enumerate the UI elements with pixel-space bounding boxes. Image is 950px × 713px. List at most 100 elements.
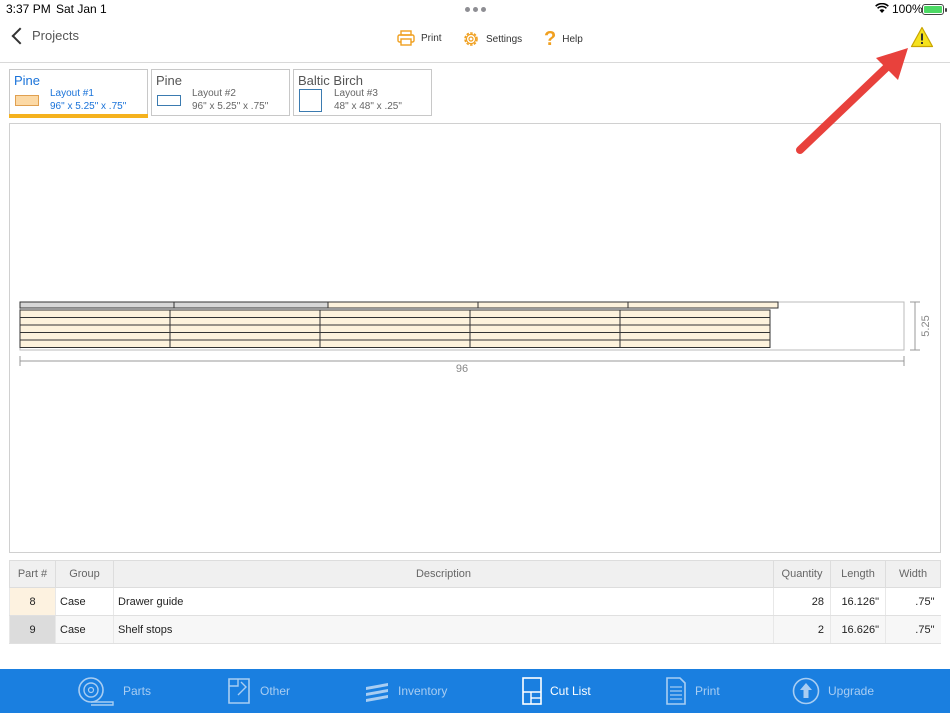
cell-length: 16.126" <box>830 587 886 616</box>
part-shelf-stop[interactable] <box>173 301 329 309</box>
layout-name: Layout #2 <box>192 88 236 99</box>
layout-wood: Pine <box>14 73 41 88</box>
cell-description: Shelf stops <box>113 615 774 644</box>
warning-icon[interactable] <box>910 26 934 48</box>
part-drawer-guide[interactable] <box>469 317 621 326</box>
table-row[interactable]: 8 Case Drawer guide 28 16.126" .75" <box>9 587 941 616</box>
part-drawer-guide[interactable] <box>319 317 471 326</box>
part-drawer-guide[interactable] <box>619 324 771 333</box>
part-drawer-guide[interactable] <box>19 332 171 341</box>
chevron-left-icon <box>11 27 29 44</box>
part-drawer-guide[interactable] <box>469 332 621 341</box>
part-drawer-guide[interactable] <box>619 309 771 318</box>
tab-parts[interactable]: Parts <box>77 669 151 713</box>
col-width[interactable]: Width <box>885 560 941 588</box>
part-drawer-guide[interactable] <box>19 324 171 333</box>
part-drawer-guide[interactable] <box>169 332 321 341</box>
part-drawer-guide[interactable] <box>469 309 621 318</box>
tab-label: Print <box>695 684 720 698</box>
part-drawer-guide[interactable] <box>627 301 779 309</box>
col-quantity[interactable]: Quantity <box>773 560 831 588</box>
cell-length: 16.626" <box>830 615 886 644</box>
board-swatch-icon <box>157 95 181 106</box>
part-drawer-guide[interactable] <box>169 339 321 348</box>
layout-tab-3[interactable]: Baltic Birch Layout #3 48" x 48" x .25" <box>293 69 432 116</box>
multitask-dots-icon[interactable] <box>465 7 486 12</box>
back-button[interactable]: Projects <box>8 27 79 44</box>
table-header-row: Part # Group Description Quantity Length… <box>9 560 941 588</box>
part-drawer-guide[interactable] <box>169 317 321 326</box>
col-description[interactable]: Description <box>113 560 774 588</box>
layout-dims: 96" x 5.25" x .75" <box>192 101 269 112</box>
col-part[interactable]: Part # <box>9 560 56 588</box>
battery-percent: 100% <box>892 2 923 16</box>
cell-group: Case <box>55 615 114 644</box>
tab-print[interactable]: Print <box>665 669 720 713</box>
document-icon <box>666 677 686 705</box>
tab-upgrade[interactable]: Upgrade <box>792 669 874 713</box>
layout-tab-1[interactable]: Pine Layout #1 96" x 5.25" x .75" <box>9 69 148 118</box>
settings-label: Settings <box>486 33 523 45</box>
settings-button[interactable]: Settings <box>462 30 522 48</box>
part-drawer-guide[interactable] <box>619 317 771 326</box>
cell-part: 9 <box>9 615 56 644</box>
col-group[interactable]: Group <box>55 560 114 588</box>
part-drawer-guide[interactable] <box>477 301 629 309</box>
battery-icon <box>922 4 947 15</box>
cell-description: Drawer guide <box>113 587 774 616</box>
layout-dims: 48" x 48" x .25" <box>334 101 402 112</box>
table-row[interactable]: 9 Case Shelf stops 2 16.626" .75" <box>9 615 941 644</box>
part-drawer-guide[interactable] <box>169 309 321 318</box>
help-label: Help <box>562 33 583 45</box>
layout-wood: Baltic Birch <box>298 73 364 88</box>
part-drawer-guide[interactable] <box>319 324 471 333</box>
tab-label: Inventory <box>398 684 448 698</box>
cutting-diagram[interactable]: 96 5.25 <box>9 123 941 553</box>
part-drawer-guide[interactable] <box>19 317 171 326</box>
wifi-icon <box>875 3 889 13</box>
board-swatch-icon <box>15 95 39 106</box>
bottom-tab-bar: Parts Other Inventory Cut List Print Upg… <box>0 669 950 713</box>
parts-table: Part # Group Description Quantity Length… <box>9 560 941 644</box>
part-drawer-guide[interactable] <box>469 339 621 348</box>
tab-label: Other <box>260 684 291 698</box>
question-mark-icon: ? <box>544 28 557 50</box>
width-label: 96 <box>456 363 468 375</box>
part-shelf-stop[interactable] <box>19 301 175 309</box>
part-drawer-guide[interactable] <box>319 339 471 348</box>
part-drawer-guide[interactable] <box>169 324 321 333</box>
active-tab-indicator <box>9 114 148 118</box>
part-drawer-guide[interactable] <box>19 339 171 348</box>
part-drawer-guide[interactable] <box>319 309 471 318</box>
part-drawer-guide[interactable] <box>327 301 479 309</box>
upgrade-arrow-icon <box>792 677 820 705</box>
layout-dims: 96" x 5.25" x .75" <box>50 101 127 112</box>
help-button[interactable]: ? Help <box>544 28 583 50</box>
cell-part: 8 <box>9 587 56 616</box>
part-drawer-guide[interactable] <box>19 309 171 318</box>
status-date: Sat Jan 1 <box>56 2 107 16</box>
layout-name: Layout #1 <box>50 88 94 99</box>
part-drawer-guide[interactable] <box>619 332 771 341</box>
tab-cut-list[interactable]: Cut List <box>522 669 591 713</box>
tab-label: Upgrade <box>828 684 875 698</box>
tab-inventory[interactable]: Inventory <box>364 669 447 713</box>
diagram-svg: 96 5.25 <box>19 301 932 375</box>
status-bar: 3:37 PM Sat Jan 1 100% <box>0 0 950 20</box>
status-time: 3:37 PM <box>6 2 51 16</box>
height-label: 5.25 <box>920 315 932 336</box>
tab-other[interactable]: Other <box>226 669 290 713</box>
nav-bar: Projects Print Settings ? Help <box>0 20 950 63</box>
stack-icon <box>366 683 388 702</box>
part-drawer-guide[interactable] <box>319 332 471 341</box>
print-label: Print <box>421 32 442 44</box>
part-drawer-guide[interactable] <box>469 324 621 333</box>
layout-tab-2[interactable]: Pine Layout #2 96" x 5.25" x .75" <box>151 69 290 116</box>
layout-tabs: Pine Layout #1 96" x 5.25" x .75" Pine L… <box>9 69 432 118</box>
part-drawer-guide[interactable] <box>619 339 771 348</box>
tab-label: Cut List <box>550 684 591 698</box>
col-length[interactable]: Length <box>830 560 886 588</box>
cut-list-icon <box>522 677 542 705</box>
cell-quantity: 2 <box>773 615 831 644</box>
print-button[interactable]: Print <box>397 30 442 46</box>
